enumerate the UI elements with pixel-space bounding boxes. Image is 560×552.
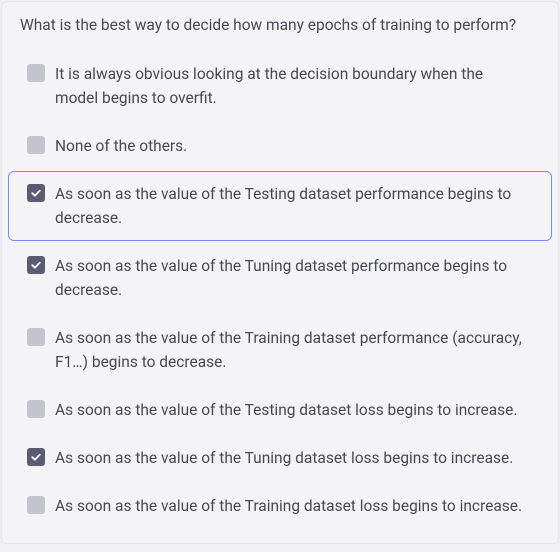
check-icon bbox=[30, 259, 42, 271]
option-row[interactable]: As soon as the value of the Testing data… bbox=[8, 171, 552, 241]
checkbox[interactable] bbox=[27, 400, 45, 418]
question-card: What is the best way to decide how many … bbox=[1, 1, 559, 544]
checkbox[interactable] bbox=[27, 136, 45, 154]
option-label: As soon as the value of the Tuning datas… bbox=[55, 254, 533, 302]
option-row[interactable]: As soon as the value of the Training dat… bbox=[8, 315, 552, 385]
checkbox[interactable] bbox=[27, 448, 45, 466]
check-icon bbox=[30, 187, 42, 199]
option-label: As soon as the value of the Tuning datas… bbox=[55, 446, 533, 470]
question-text: What is the best way to decide how many … bbox=[2, 10, 558, 49]
check-icon bbox=[30, 451, 42, 463]
options-list: It is always obvious looking at the deci… bbox=[2, 51, 558, 529]
checkbox[interactable] bbox=[27, 256, 45, 274]
option-label: As soon as the value of the Testing data… bbox=[55, 182, 533, 230]
option-label: None of the others. bbox=[55, 134, 533, 158]
option-label: As soon as the value of the Training dat… bbox=[55, 326, 533, 374]
option-label: It is always obvious looking at the deci… bbox=[55, 62, 533, 110]
option-row[interactable]: None of the others. bbox=[8, 123, 552, 169]
option-row[interactable]: As soon as the value of the Testing data… bbox=[8, 387, 552, 433]
option-label: As soon as the value of the Testing data… bbox=[55, 398, 533, 422]
checkbox[interactable] bbox=[27, 496, 45, 514]
option-row[interactable]: As soon as the value of the Tuning datas… bbox=[8, 435, 552, 481]
option-row[interactable]: As soon as the value of the Tuning datas… bbox=[8, 243, 552, 313]
checkbox[interactable] bbox=[27, 64, 45, 82]
checkbox[interactable] bbox=[27, 184, 45, 202]
option-label: As soon as the value of the Training dat… bbox=[55, 494, 533, 518]
option-row[interactable]: It is always obvious looking at the deci… bbox=[8, 51, 552, 121]
option-row[interactable]: As soon as the value of the Training dat… bbox=[8, 483, 552, 529]
checkbox[interactable] bbox=[27, 328, 45, 346]
